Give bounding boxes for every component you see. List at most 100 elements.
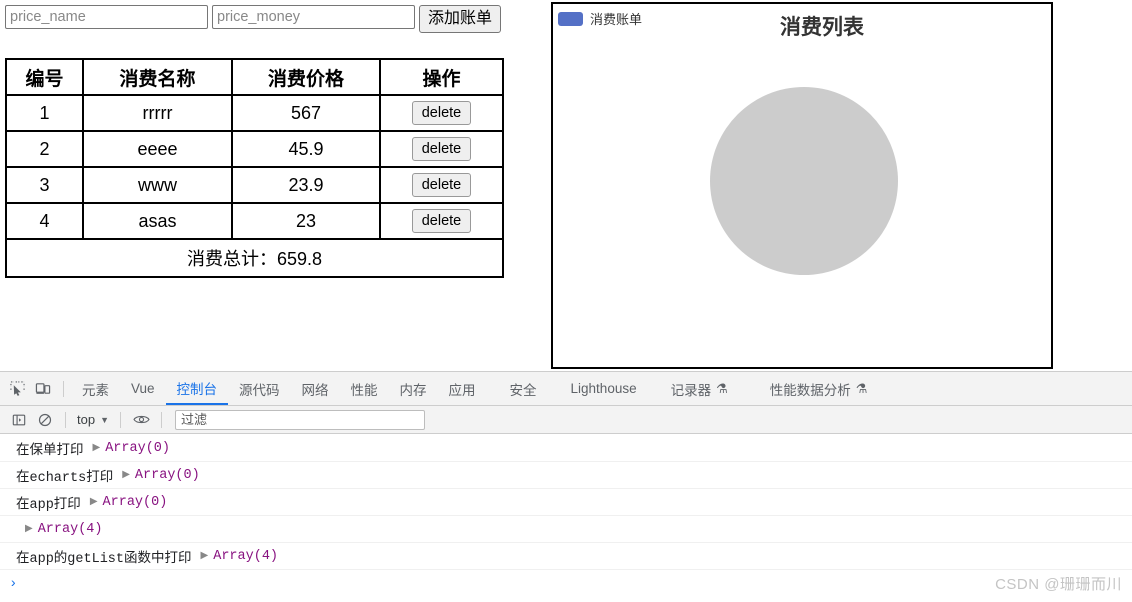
tab-label: 应用 xyxy=(448,382,476,398)
cell-id: 4 xyxy=(5,202,84,240)
cell-price: 23.9 xyxy=(231,166,381,204)
tab-label: 内存 xyxy=(399,382,427,398)
web-page-viewport: 添加账单 编号 消费名称 消费价格 操作 1 rrrrr 567 xyxy=(0,0,1132,371)
console-log-row[interactable]: 在app打印 ▶ Array(0) xyxy=(0,489,1132,516)
table-header-row: 编号 消费名称 消费价格 操作 xyxy=(5,58,504,96)
execution-context-selector[interactable]: top ▼ xyxy=(73,412,113,427)
log-object[interactable]: Array(0) xyxy=(103,495,168,510)
tab-recorder[interactable]: 记录器 ⚗ xyxy=(660,372,739,405)
cell-name: rrrrr xyxy=(82,94,233,132)
watermark: CSDN @珊珊而川 xyxy=(995,576,1122,593)
legend-swatch-icon xyxy=(558,11,583,26)
table-header-id: 编号 xyxy=(5,58,84,96)
cell-action: delete xyxy=(379,130,504,168)
tab-label: 安全 xyxy=(509,382,537,398)
toolbar-divider xyxy=(63,380,64,397)
log-object[interactable]: Array(0) xyxy=(135,468,200,483)
cell-action: delete xyxy=(379,202,504,240)
cell-action: delete xyxy=(379,166,504,204)
cell-id: 2 xyxy=(5,130,84,168)
console-log-row[interactable]: 在app的getList函数中打印 ▶ Array(4) xyxy=(0,543,1132,570)
tab-label: 元素 xyxy=(82,382,109,398)
console-filter-bar: top ▼ xyxy=(0,406,1132,434)
cell-id: 3 xyxy=(5,166,84,204)
cell-id: 1 xyxy=(5,94,84,132)
console-filter-input[interactable] xyxy=(175,409,425,430)
echarts-container[interactable]: 消费账单 消费列表 xyxy=(551,2,1053,369)
tab-performance-insights[interactable]: 性能数据分析 ⚗ xyxy=(759,372,879,405)
expand-arrow-icon[interactable]: ▶ xyxy=(122,469,130,481)
log-message: 在app打印 xyxy=(16,497,81,513)
expand-arrow-icon[interactable]: ▶ xyxy=(201,550,209,562)
table-header-op: 操作 xyxy=(379,58,504,96)
tab-application[interactable]: 应用 xyxy=(438,372,487,405)
price-name-input[interactable] xyxy=(5,5,208,29)
log-message: 在echarts打印 xyxy=(16,470,114,486)
expand-arrow-icon[interactable]: ▶ xyxy=(25,523,33,535)
devtools-panel: 元素 Vue 控制台 源代码 网络 性能 内存 应用 安全 Lighthouse… xyxy=(0,371,1132,602)
cell-name: eeee xyxy=(82,130,233,168)
console-prompt[interactable]: › xyxy=(0,570,1132,597)
delete-button[interactable]: delete xyxy=(411,173,472,197)
console-log-row[interactable]: 在保单打印 ▶ Array(0) xyxy=(0,435,1132,462)
live-expression-icon[interactable] xyxy=(128,407,154,433)
tab-network[interactable]: 网络 xyxy=(291,372,340,405)
delete-button[interactable]: delete xyxy=(411,209,472,233)
price-money-input[interactable] xyxy=(212,5,415,29)
tab-performance[interactable]: 性能 xyxy=(340,372,389,405)
tab-lighthouse[interactable]: Lighthouse xyxy=(560,372,648,405)
log-object[interactable]: Array(0) xyxy=(105,441,170,456)
pie-chart-placeholder[interactable] xyxy=(710,87,898,275)
screen-root: 添加账单 编号 消费名称 消费价格 操作 1 rrrrr 567 xyxy=(0,0,1132,602)
chevron-down-icon: ▼ xyxy=(100,414,109,425)
tab-label: 网络 xyxy=(301,382,329,398)
tab-elements[interactable]: 元素 xyxy=(71,372,120,405)
execution-context-label: top xyxy=(77,412,96,427)
table-header-name: 消费名称 xyxy=(82,58,233,96)
filterbar-divider xyxy=(65,411,66,428)
table-row: 4 asas 23 delete xyxy=(5,202,504,240)
tab-label: Vue xyxy=(131,381,155,396)
tab-label: 性能 xyxy=(350,382,378,398)
filterbar-divider-3 xyxy=(161,411,162,428)
log-message: 在app的getList函数中打印 xyxy=(16,551,192,567)
bill-table: 编号 消费名称 消费价格 操作 1 rrrrr 567 delete 2 eee… xyxy=(5,58,504,278)
prompt-caret-icon: › xyxy=(9,575,18,592)
tab-label: 性能数据分析 xyxy=(769,382,851,398)
device-toolbar-icon[interactable] xyxy=(30,376,56,402)
tab-label: Lighthouse xyxy=(570,381,637,396)
table-row: 2 eeee 45.9 delete xyxy=(5,130,504,168)
table-row: 3 www 23.9 delete xyxy=(5,166,504,204)
delete-button[interactable]: delete xyxy=(411,137,472,161)
cell-name: asas xyxy=(82,202,233,240)
tab-console[interactable]: 控制台 xyxy=(165,372,229,405)
clear-console-icon[interactable] xyxy=(32,407,58,433)
tab-security[interactable]: 安全 xyxy=(499,372,548,405)
cell-price: 45.9 xyxy=(231,130,381,168)
tab-label: 源代码 xyxy=(239,382,280,398)
cell-name: www xyxy=(82,166,233,204)
expand-arrow-icon[interactable]: ▶ xyxy=(93,442,101,454)
console-log-row[interactable]: 在echarts打印 ▶ Array(0) xyxy=(0,462,1132,489)
tab-label: 控制台 xyxy=(176,381,218,397)
log-object[interactable]: Array(4) xyxy=(213,549,278,564)
table-total-row: 消费总计：659.8 xyxy=(5,238,504,278)
flask-icon: ⚗ xyxy=(716,380,728,396)
inspect-element-icon[interactable] xyxy=(4,376,30,402)
devtools-tabbar: 元素 Vue 控制台 源代码 网络 性能 内存 应用 安全 Lighthouse… xyxy=(0,372,1132,406)
console-log-row[interactable]: ▶ Array(4) xyxy=(0,516,1132,543)
log-message: 在保单打印 xyxy=(16,443,84,459)
console-messages[interactable]: 在保单打印 ▶ Array(0) 在echarts打印 ▶ Array(0) 在… xyxy=(0,435,1132,602)
table-row: 1 rrrrr 567 delete xyxy=(5,94,504,132)
add-bill-button[interactable]: 添加账单 xyxy=(419,5,502,33)
delete-button[interactable]: delete xyxy=(411,101,472,125)
add-bill-form: 添加账单 xyxy=(5,5,502,33)
expand-arrow-icon[interactable]: ▶ xyxy=(90,496,98,508)
cell-price: 567 xyxy=(231,94,381,132)
console-sidebar-icon[interactable] xyxy=(6,407,32,433)
tab-sources[interactable]: 源代码 xyxy=(228,372,291,405)
tab-vue[interactable]: Vue xyxy=(120,372,166,405)
tab-label: 记录器 xyxy=(670,382,712,398)
tab-memory[interactable]: 内存 xyxy=(389,372,438,405)
log-object[interactable]: Array(4) xyxy=(38,522,103,537)
